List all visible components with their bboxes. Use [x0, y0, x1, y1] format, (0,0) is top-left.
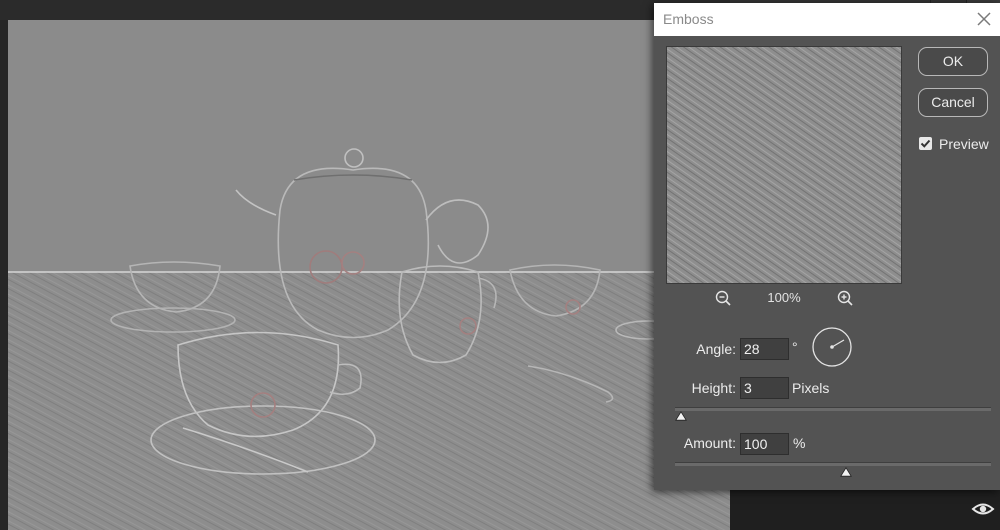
amount-input[interactable]: 100 [740, 433, 789, 455]
dialog-titlebar[interactable]: Emboss [654, 3, 1000, 36]
ok-button[interactable]: OK [918, 47, 988, 76]
amount-unit: % [793, 435, 806, 451]
zoom-level: 100% [767, 290, 801, 305]
eye-icon[interactable] [970, 498, 996, 520]
checkmark-icon [920, 139, 931, 148]
amount-slider-thumb[interactable] [839, 467, 852, 477]
preview-label: Preview [939, 136, 989, 152]
dialog-title: Emboss [663, 11, 714, 27]
zoom-in-icon[interactable] [836, 289, 854, 307]
filter-preview[interactable] [666, 46, 902, 284]
close-icon[interactable] [974, 9, 994, 29]
embossed-tea-set-image [8, 20, 730, 530]
cancel-button[interactable]: Cancel [918, 88, 988, 117]
height-unit: Pixels [792, 380, 830, 396]
preview-checkbox[interactable] [919, 137, 932, 150]
layer-row[interactable] [730, 490, 1000, 530]
height-slider-thumb[interactable] [675, 411, 688, 421]
document-canvas[interactable] [8, 20, 730, 530]
height-label: Height: [691, 380, 736, 396]
angle-unit: ° [792, 339, 798, 355]
emboss-dialog: Emboss 100% OK Cancel Preview Angle: 28 … [654, 3, 1000, 490]
angle-label: Angle: [696, 341, 736, 357]
angle-dial-icon[interactable] [811, 326, 853, 368]
preview-texture [667, 47, 901, 283]
height-input[interactable]: 3 [740, 377, 789, 399]
height-slider[interactable] [675, 407, 991, 411]
amount-slider[interactable] [675, 462, 991, 466]
angle-input[interactable]: 28 [740, 338, 789, 360]
zoom-out-icon[interactable] [714, 289, 732, 307]
amount-label: Amount: [683, 435, 736, 451]
